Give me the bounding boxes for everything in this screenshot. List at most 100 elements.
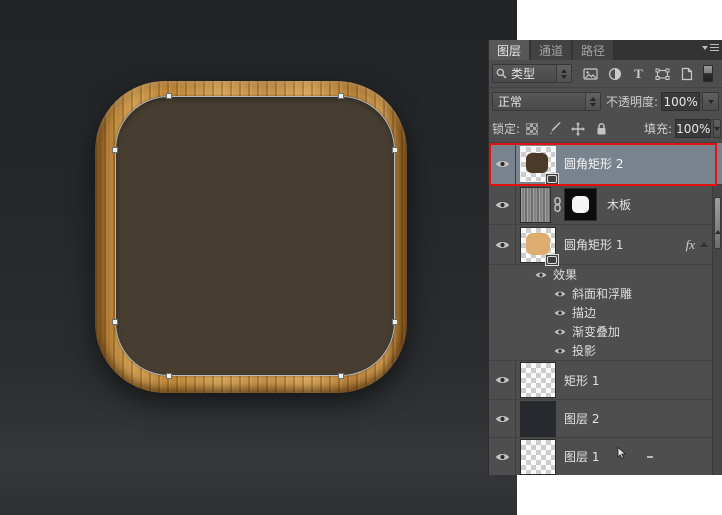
anchor-handle[interactable] <box>392 147 398 153</box>
layer-thumbnail[interactable] <box>520 362 556 398</box>
eye-icon <box>554 329 566 334</box>
fill-label: 填充: <box>644 122 673 136</box>
mouse-cursor <box>617 446 627 462</box>
document-canvas[interactable] <box>0 0 517 515</box>
anchor-handle[interactable] <box>392 319 398 325</box>
layer-name[interactable]: 图层 1 <box>564 448 599 465</box>
filter-toggle[interactable] <box>703 65 713 82</box>
layer-filter-row: 类型 T <box>489 60 722 88</box>
fill-value[interactable]: 100% <box>675 119 712 138</box>
filter-type-icon[interactable]: T <box>631 66 646 81</box>
thumbnail-shape-preview <box>526 152 548 173</box>
select-updown-icon <box>584 93 600 110</box>
opacity-dropdown-button[interactable] <box>702 92 719 111</box>
lock-pixels-icon[interactable] <box>548 122 562 136</box>
filter-icons: T <box>583 66 694 81</box>
layer-row-layer-1[interactable]: 图层 1 <box>489 438 722 475</box>
lock-position-icon[interactable] <box>571 121 586 136</box>
opacity-value[interactable]: 100% <box>661 92 701 111</box>
effect-name[interactable]: 描边 <box>572 304 596 321</box>
visibility-toggle[interactable] <box>554 347 566 355</box>
tab-paths[interactable]: 路径 <box>573 40 614 60</box>
filter-kind-label: 类型 <box>511 67 536 81</box>
effect-row-gradient-overlay[interactable]: 渐变叠加 <box>489 322 722 341</box>
eye-icon <box>554 348 566 353</box>
lock-icons <box>525 121 608 136</box>
photoshop-screenshot: 图层 通道 路径 类型 T 正常 不透明度: 100% 锁定: 填充: 100%… <box>0 0 722 515</box>
anchor-handle[interactable] <box>338 93 344 99</box>
lock-transparency-icon[interactable] <box>525 122 539 136</box>
layer-row-wood[interactable]: 木板 <box>489 185 722 225</box>
effect-row-stroke[interactable]: 描边 <box>489 303 722 322</box>
visibility-toggle[interactable] <box>489 361 516 399</box>
visibility-toggle[interactable] <box>489 438 516 475</box>
layer-name[interactable]: 图层 2 <box>564 410 599 427</box>
visibility-toggle[interactable] <box>489 185 516 224</box>
scrollbar-thumb[interactable] <box>714 197 721 249</box>
anchor-handle[interactable] <box>112 147 118 153</box>
cursor-artifact <box>647 456 653 458</box>
visibility-toggle[interactable] <box>554 328 566 336</box>
eye-icon <box>495 241 509 248</box>
eye-icon <box>495 453 509 460</box>
collapse-effects-icon[interactable] <box>700 242 708 247</box>
layer-thumbnail[interactable] <box>520 226 559 266</box>
layer-name[interactable]: 圆角矩形 1 <box>564 236 623 253</box>
blend-mode-value: 正常 <box>498 95 523 109</box>
filter-image-icon[interactable] <box>583 66 598 81</box>
effect-row-bevel-emboss[interactable]: 斜面和浮雕 <box>489 284 722 303</box>
layer-list: 圆角矩形 2 木板 圆角矩形 1 fx 效果 斜面和浮雕 描边 渐变叠加 投影 … <box>489 143 722 475</box>
blend-mode-row: 正常 不透明度: 100% <box>489 88 722 115</box>
effects-label[interactable]: 效果 <box>553 266 577 283</box>
effects-header-row[interactable]: 效果 <box>489 265 722 284</box>
layer-thumbnail[interactable] <box>520 186 551 223</box>
anchor-handle[interactable] <box>112 319 118 325</box>
effect-name[interactable]: 渐变叠加 <box>572 323 620 340</box>
visibility-toggle[interactable] <box>554 290 566 298</box>
effect-name[interactable]: 投影 <box>572 342 596 359</box>
visibility-toggle[interactable] <box>554 309 566 317</box>
fx-badge[interactable]: fx <box>686 237 695 253</box>
eye-icon <box>554 291 566 296</box>
chain-link-icon[interactable] <box>553 197 562 212</box>
lock-label: 锁定: <box>492 122 521 136</box>
filter-shape-icon[interactable] <box>655 66 670 81</box>
search-icon <box>496 68 507 79</box>
anchor-handle[interactable] <box>338 373 344 379</box>
visibility-toggle[interactable] <box>489 225 516 264</box>
panel-menu-icon[interactable] <box>702 44 719 51</box>
effect-row-drop-shadow[interactable]: 投影 <box>489 341 722 361</box>
tab-channels[interactable]: 通道 <box>531 40 572 60</box>
layer-name[interactable]: 圆角矩形 2 <box>564 155 623 172</box>
eye-icon <box>535 272 547 277</box>
layer-name[interactable]: 矩形 1 <box>564 372 599 389</box>
effect-name[interactable]: 斜面和浮雕 <box>572 285 632 302</box>
layer-row-rounded-rect-2[interactable]: 圆角矩形 2 <box>489 143 722 185</box>
layer-thumbnail[interactable] <box>520 145 559 185</box>
filter-smart-object-icon[interactable] <box>679 66 694 81</box>
shape-selection-path <box>115 96 395 376</box>
layer-mask-thumbnail[interactable] <box>564 188 597 221</box>
filter-kind-select[interactable]: 类型 <box>492 64 572 83</box>
eye-icon <box>495 415 509 422</box>
shape-layer-badge-icon <box>545 172 559 185</box>
layer-row-rect-1[interactable]: 矩形 1 <box>489 361 722 400</box>
layer-thumbnail[interactable] <box>520 400 556 437</box>
lock-all-icon[interactable] <box>594 122 608 136</box>
fill-dropdown-button[interactable] <box>713 119 722 138</box>
tab-layers[interactable]: 图层 <box>489 40 530 60</box>
visibility-toggle[interactable] <box>489 400 516 437</box>
filter-adjustment-icon[interactable] <box>607 66 622 81</box>
layer-name[interactable]: 木板 <box>607 196 631 213</box>
layer-thumbnail[interactable] <box>520 438 556 475</box>
layer-row-rounded-rect-1[interactable]: 圆角矩形 1 fx <box>489 225 722 266</box>
anchor-handle[interactable] <box>166 93 172 99</box>
lock-row: 锁定: 填充: 100% <box>489 115 722 143</box>
layer-row-layer-2[interactable]: 图层 2 <box>489 400 722 438</box>
thumbnail-shape-preview <box>526 232 550 255</box>
blend-mode-select[interactable]: 正常 <box>492 92 601 111</box>
visibility-toggle[interactable] <box>535 271 547 279</box>
visibility-toggle[interactable] <box>489 143 516 184</box>
anchor-handle[interactable] <box>166 373 172 379</box>
layer-list-scrollbar[interactable] <box>712 185 722 475</box>
